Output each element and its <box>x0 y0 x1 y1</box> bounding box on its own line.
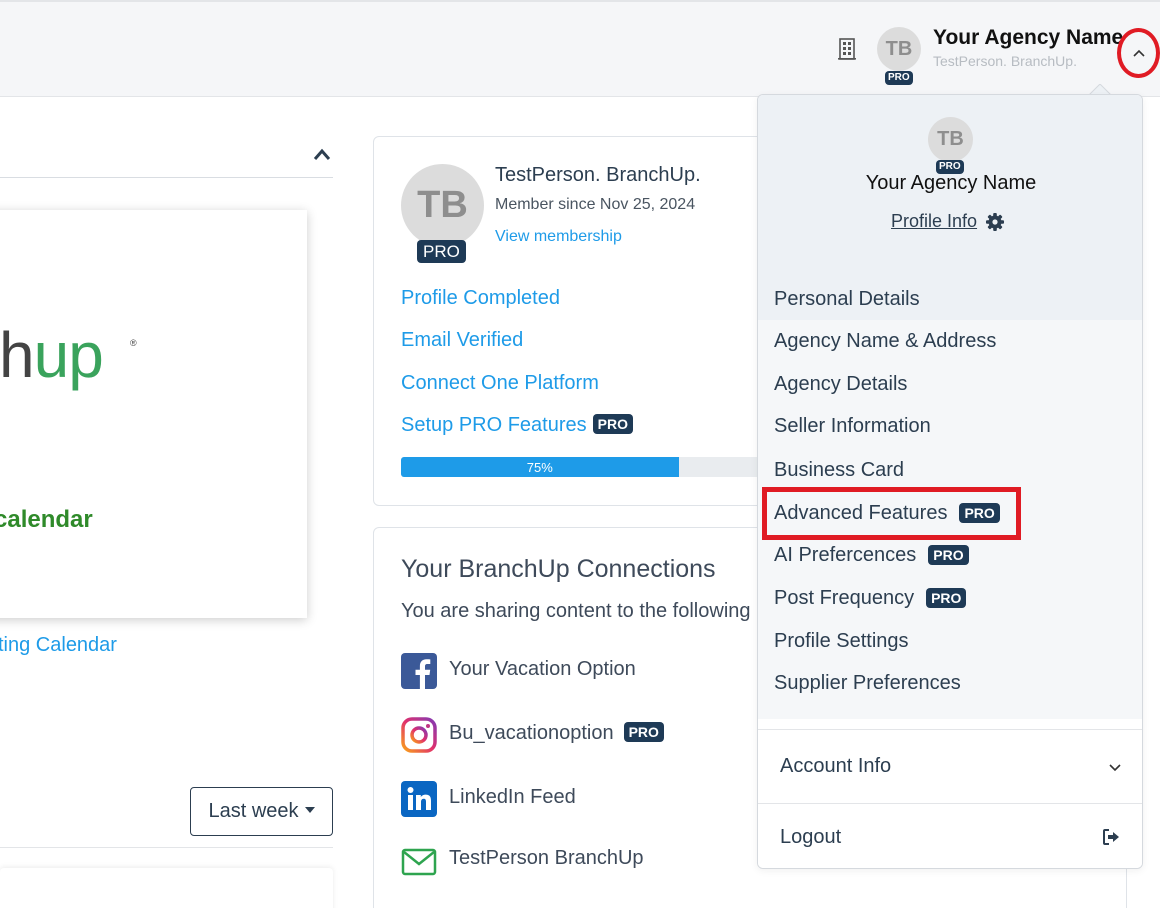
menu-item-profile-settings[interactable]: Profile Settings <box>758 620 1142 662</box>
branchup-logo: chup <box>0 319 104 391</box>
email-icon <box>401 848 437 876</box>
pro-badge: PRO <box>592 414 633 434</box>
menu-item-business-card[interactable]: Business Card <box>758 449 1142 491</box>
building-icon[interactable] <box>836 38 858 60</box>
dropdown-header: TB PRO Your Agency Name Profile Info <box>758 95 1142 279</box>
instagram-icon <box>401 717 437 753</box>
dropdown-menu-list: Personal Details Agency Name & Address A… <box>758 278 1142 719</box>
connection-label[interactable]: Your Vacation Option <box>449 658 636 681</box>
profile-menu-toggle-button[interactable] <box>1117 28 1160 78</box>
avatar[interactable]: TB <box>877 27 921 71</box>
calendar-link[interactable]: ting Calendar <box>0 634 117 657</box>
view-membership-link[interactable]: View membership <box>495 228 622 246</box>
pro-badge: PRO <box>623 722 664 742</box>
chevron-up-icon <box>1132 49 1145 57</box>
calendar-title: calendar <box>0 506 93 533</box>
pro-badge: PRO <box>926 588 967 608</box>
profile-completed-link[interactable]: Profile Completed <box>401 287 560 310</box>
setup-pro-features-link[interactable]: Setup PRO Features PRO <box>401 414 633 437</box>
pro-badge: PRO <box>928 545 969 565</box>
email-verified-link[interactable]: Email Verified <box>401 329 523 352</box>
chevron-up-icon[interactable] <box>312 146 332 162</box>
pro-badge: PRO <box>417 240 466 263</box>
avatar: TB <box>928 117 973 162</box>
menu-item-post-frequency[interactable]: Post Frequency PRO <box>758 577 1142 619</box>
agency-name[interactable]: Your Agency Name <box>933 26 1123 50</box>
menu-item-supplier-preferences[interactable]: Supplier Preferences <box>758 662 1142 704</box>
agency-name: Your Agency Name <box>865 172 1037 194</box>
pro-badge: PRO <box>959 503 1000 523</box>
menu-item-advanced-features[interactable]: Advanced Features PRO <box>758 492 1142 534</box>
account-info-toggle[interactable]: Account Info <box>758 729 1142 803</box>
divider <box>0 177 333 178</box>
menu-item-agency-details[interactable]: Agency Details <box>758 363 1142 405</box>
gear-icon <box>986 212 1005 231</box>
menu-item-personal-details[interactable]: Personal Details <box>758 278 1142 320</box>
avatar: TB <box>401 164 484 247</box>
progress-bar: 75% <box>401 457 771 477</box>
person-name: TestPerson. BranchUp. <box>933 53 1077 69</box>
chevron-down-icon <box>1109 763 1121 771</box>
progress-fill: 75% <box>401 457 679 477</box>
connection-label[interactable]: LinkedIn Feed <box>449 786 576 809</box>
connections-subtitle: You are sharing content to the following <box>401 600 751 622</box>
connection-label[interactable]: TestPerson BranchUp <box>449 847 644 870</box>
connect-platform-link[interactable]: Connect One Platform <box>401 372 599 395</box>
profile-info-link[interactable]: Profile Info <box>891 211 1005 232</box>
logo-card <box>0 210 307 618</box>
period-select-button[interactable]: Last week <box>190 787 333 836</box>
facebook-icon <box>401 653 437 689</box>
connections-title: Your BranchUp Connections <box>401 555 716 583</box>
linkedin-icon <box>401 781 437 817</box>
logo-registered-mark: ® <box>130 338 137 348</box>
divider <box>0 847 333 848</box>
connection-label[interactable]: Bu_vacationoption PRO <box>449 722 664 745</box>
profile-name: TestPerson. BranchUp. <box>495 164 701 186</box>
logout-icon <box>1103 829 1119 845</box>
menu-item-agency-name-address[interactable]: Agency Name & Address <box>758 320 1142 362</box>
profile-dropdown-menu: TB PRO Your Agency Name Profile Info Per… <box>757 94 1143 869</box>
logout-button[interactable]: Logout <box>758 803 1142 868</box>
account-info-label: Account Info <box>780 755 892 777</box>
menu-item-seller-information[interactable]: Seller Information <box>758 405 1142 447</box>
period-select-label: Last week <box>208 800 299 822</box>
caret-down-icon <box>304 806 315 813</box>
logout-label: Logout <box>780 825 842 848</box>
card <box>0 868 333 908</box>
menu-item-ai-preferences[interactable]: AI Prefercences PRO <box>758 534 1142 576</box>
pro-badge: PRO <box>885 71 913 85</box>
member-since: Member since Nov 25, 2024 <box>495 196 696 213</box>
